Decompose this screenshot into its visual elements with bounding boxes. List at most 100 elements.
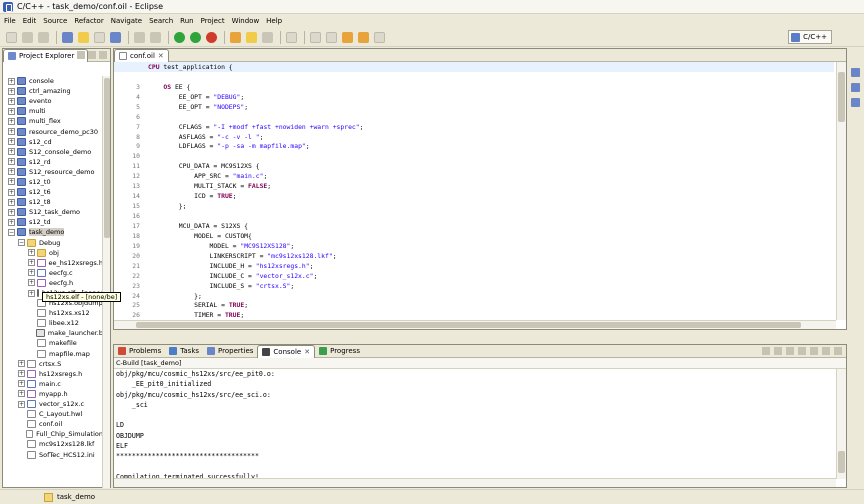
expand-icon[interactable]: +: [8, 87, 15, 95]
tree-item[interactable]: make_launcher.b: [3, 328, 103, 338]
expand-icon[interactable]: +: [18, 400, 25, 408]
display-selected-console-icon[interactable]: [798, 347, 806, 355]
tree-item[interactable]: + ee_hs12xsregs.h: [3, 258, 103, 268]
scrollbar-thumb[interactable]: [104, 78, 110, 238]
build-icon[interactable]: [134, 31, 145, 43]
expand-icon[interactable]: +: [8, 97, 15, 105]
tree-item[interactable]: − task_demo: [3, 227, 103, 237]
open-console-icon[interactable]: [810, 347, 818, 355]
tree-item[interactable]: Full_Chip_Simulation: [3, 429, 103, 439]
toggle-mark-occurrences-icon[interactable]: [286, 31, 297, 43]
debug-bug-icon[interactable]: [174, 31, 185, 43]
tree-item[interactable]: + eecfg.h: [3, 278, 103, 288]
collapse-icon[interactable]: −: [8, 228, 15, 236]
scrollbar-thumb[interactable]: [838, 451, 845, 473]
perspective-switcher[interactable]: C/C++: [788, 30, 832, 44]
tree-item[interactable]: + vector_s12x.c: [3, 399, 103, 409]
expand-icon[interactable]: +: [18, 380, 25, 388]
pin-console-icon[interactable]: [786, 347, 794, 355]
tree-item[interactable]: + multi_flex: [3, 116, 103, 126]
menu-navigate[interactable]: Navigate: [111, 17, 142, 25]
make-targets-icon[interactable]: [850, 83, 860, 92]
external-tools-icon[interactable]: [206, 31, 217, 43]
build-all-icon[interactable]: [150, 31, 161, 43]
tree-item[interactable]: makefile: [3, 338, 103, 348]
tree-item[interactable]: + S12_task_demo: [3, 207, 103, 217]
tree-item[interactable]: + hs12xsregs.h: [3, 369, 103, 379]
maximize-icon[interactable]: [834, 347, 842, 355]
console-output[interactable]: obj/pkg/mcu/cosmic_hs12xs/src/ee_pit0.o:…: [114, 369, 834, 479]
console-vertical-scrollbar[interactable]: [836, 369, 846, 479]
tree-item[interactable]: SofTec_HCS12.ini: [3, 449, 103, 459]
expand-icon[interactable]: +: [18, 360, 25, 368]
tab-console[interactable]: Console ✕: [257, 344, 316, 358]
tab-progress[interactable]: Progress: [315, 345, 364, 358]
tree-item[interactable]: + obj: [3, 248, 103, 258]
expand-icon[interactable]: +: [8, 178, 15, 186]
close-icon[interactable]: ✕: [158, 52, 164, 60]
expand-icon[interactable]: +: [8, 158, 15, 166]
tree-item[interactable]: + s12_t8: [3, 197, 103, 207]
new-c-project-icon[interactable]: [62, 31, 73, 43]
forward-arrow-icon[interactable]: [358, 31, 369, 43]
tree-item[interactable]: mc9s12xs128.lkf: [3, 439, 103, 449]
tree-item[interactable]: + ctrl_amazing: [3, 86, 103, 96]
console-horizontal-scrollbar[interactable]: [114, 478, 836, 487]
tree-item[interactable]: − Debug: [3, 238, 103, 248]
tree-item[interactable]: + multi: [3, 106, 103, 116]
new-icon[interactable]: [6, 31, 17, 43]
tree-item[interactable]: + myapp.h: [3, 389, 103, 399]
editor-vertical-scrollbar[interactable]: [836, 62, 846, 320]
menu-refactor[interactable]: Refactor: [74, 17, 103, 25]
new-folder-icon[interactable]: [78, 31, 89, 43]
tree-item[interactable]: + s12_rd: [3, 157, 103, 167]
scroll-lock-icon[interactable]: [774, 347, 782, 355]
expand-icon[interactable]: +: [28, 259, 35, 267]
tab-problems[interactable]: Problems: [114, 345, 165, 358]
minimize-icon[interactable]: [822, 347, 830, 355]
expand-icon[interactable]: +: [28, 249, 35, 257]
menu-project[interactable]: Project: [201, 17, 225, 25]
expand-icon[interactable]: +: [8, 208, 15, 216]
tree-item[interactable]: C_Layout.hwl: [3, 409, 103, 419]
scrollbar-thumb[interactable]: [136, 322, 801, 328]
tab-conf-oil[interactable]: conf.oil ✕: [114, 48, 169, 62]
tree-item[interactable]: + main.c: [3, 379, 103, 389]
next-annotation-icon[interactable]: [310, 31, 321, 43]
tree-item[interactable]: libee.x12: [3, 318, 103, 328]
tree-item[interactable]: + s12_t6: [3, 187, 103, 197]
new-class-icon[interactable]: [110, 31, 121, 43]
tree-item[interactable]: + s12_td: [3, 217, 103, 227]
tree-item[interactable]: + crtsx.S: [3, 359, 103, 369]
tasks-icon[interactable]: [850, 98, 860, 107]
expand-icon[interactable]: +: [18, 390, 25, 398]
last-edit-icon[interactable]: [374, 31, 385, 43]
expand-icon[interactable]: +: [8, 117, 15, 125]
run-icon[interactable]: [190, 31, 201, 43]
tab-tasks[interactable]: Tasks: [165, 345, 203, 358]
link-with-editor-icon[interactable]: [88, 51, 96, 59]
tab-properties[interactable]: Properties: [203, 345, 257, 358]
tree-item[interactable]: + resource_demo_pc30: [3, 126, 103, 136]
expand-icon[interactable]: +: [8, 107, 15, 115]
explorer-scrollbar[interactable]: [102, 76, 110, 488]
expand-icon[interactable]: +: [8, 218, 15, 226]
close-icon[interactable]: ✕: [304, 348, 310, 356]
save-icon[interactable]: [22, 31, 33, 43]
menu-source[interactable]: Source: [43, 17, 67, 25]
view-menu-icon[interactable]: [99, 51, 107, 59]
code-editor[interactable]: CPU test_application {3 OS EE {4 EE_OPT …: [114, 62, 834, 320]
expand-icon[interactable]: +: [8, 77, 15, 85]
tree-item[interactable]: conf.oil: [3, 419, 103, 429]
expand-icon[interactable]: +: [8, 148, 15, 156]
tree-item[interactable]: + evento: [3, 96, 103, 106]
editor-horizontal-scrollbar[interactable]: [114, 320, 836, 329]
expand-icon[interactable]: +: [8, 198, 15, 206]
tree-item[interactable]: + s12_t0: [3, 177, 103, 187]
open-resource-icon[interactable]: [246, 31, 257, 43]
expand-icon[interactable]: +: [28, 289, 35, 297]
expand-icon[interactable]: +: [8, 188, 15, 196]
expand-icon[interactable]: +: [28, 269, 35, 277]
menu-help[interactable]: Help: [266, 17, 282, 25]
new-file-icon[interactable]: [94, 31, 105, 43]
